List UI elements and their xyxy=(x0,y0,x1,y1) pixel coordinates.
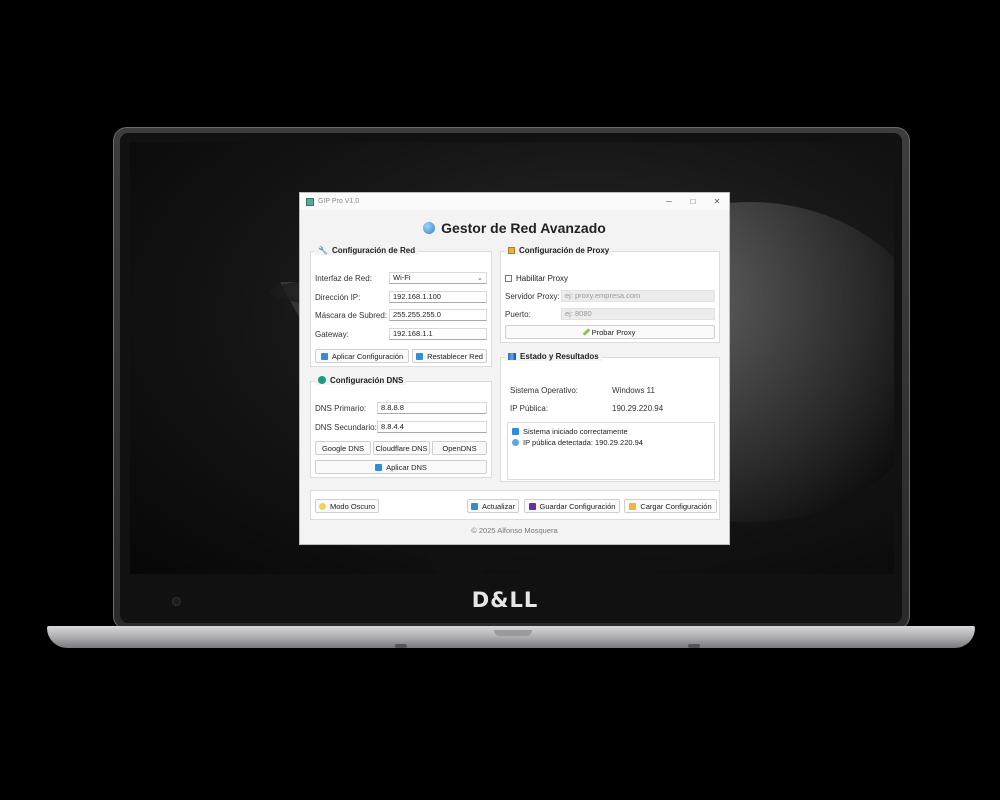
chart-icon xyxy=(508,353,516,360)
dns-panel-title: Configuración DNS xyxy=(315,376,407,385)
refresh-icon xyxy=(471,502,479,510)
dns-config-panel: Configuración DNS DNS Primario: 8.8.8.8 … xyxy=(310,376,492,478)
opendns-button[interactable]: OpenDNS xyxy=(432,441,487,455)
info-icon xyxy=(512,428,519,435)
save-config-button[interactable]: Guardar Configuración xyxy=(524,499,620,513)
globe-icon xyxy=(423,222,436,234)
load-config-button[interactable]: Cargar Configuración xyxy=(624,499,717,513)
proxy-port-input[interactable]: ej: 8080 xyxy=(561,308,715,320)
public-ip-label: IP Pública: xyxy=(510,404,549,413)
dns-primary-label: DNS Primario: xyxy=(315,404,367,413)
lock-icon xyxy=(508,247,515,254)
refresh-icon xyxy=(320,352,328,360)
laptop-mockup: D&LL GIP Pro V1.0 ─ □ ✕ Gestor de Red Av… xyxy=(0,0,1000,800)
public-ip-value: 190.29.220.94 xyxy=(612,404,664,413)
moon-icon xyxy=(318,502,326,510)
interface-label: Interfaz de Red: xyxy=(315,274,372,283)
wrench-icon: 🔧 xyxy=(318,246,328,255)
status-panel: Estado y Resultados Sistema Operativo: W… xyxy=(500,352,720,482)
refresh-button[interactable]: Actualizar xyxy=(467,499,519,513)
proxy-panel-title: Configuración de Proxy xyxy=(505,246,613,255)
pencil-icon xyxy=(582,328,590,336)
dns-icon xyxy=(318,376,326,384)
ip-input[interactable]: 192.168.1.100 xyxy=(389,291,487,303)
maximize-button[interactable]: □ xyxy=(681,197,705,206)
dns-secondary-label: DNS Secundario: xyxy=(315,423,377,432)
refresh-icon xyxy=(416,352,424,360)
cloudflare-dns-button[interactable]: Cloudflare DNS xyxy=(373,441,430,455)
test-proxy-button[interactable]: Probar Proxy xyxy=(505,325,715,339)
laptop-foot xyxy=(688,644,700,648)
save-icon xyxy=(528,502,536,510)
webcam xyxy=(172,597,181,606)
reset-network-button[interactable]: Restablecer Red xyxy=(412,349,487,363)
checkbox-box[interactable] xyxy=(505,275,512,282)
gateway-label: Gateway: xyxy=(315,330,349,339)
google-dns-button[interactable]: Google DNS xyxy=(315,441,371,455)
gateway-input[interactable]: 192.168.1.1 xyxy=(389,328,487,340)
globe-icon xyxy=(512,439,519,446)
chevron-down-icon: ⌄ xyxy=(476,273,483,282)
app-window: GIP Pro V1.0 ─ □ ✕ Gestor de Red Avanzad… xyxy=(299,192,730,545)
mask-input[interactable]: 255.255.255.0 xyxy=(389,309,487,321)
network-panel-title: 🔧 Configuración de Red xyxy=(315,246,419,255)
minimize-button[interactable]: ─ xyxy=(657,197,681,206)
refresh-icon xyxy=(375,463,383,471)
apply-dns-button[interactable]: Aplicar DNS xyxy=(315,460,487,474)
proxy-config-panel: Configuración de Proxy Habilitar Proxy S… xyxy=(500,246,720,343)
proxy-port-label: Puerto: xyxy=(505,310,531,319)
dns-secondary-input[interactable]: 8.8.4.4 xyxy=(377,421,487,433)
lid-notch xyxy=(494,630,532,636)
dark-mode-button[interactable]: Modo Oscuro xyxy=(315,499,379,513)
title-bar: GIP Pro V1.0 ─ □ ✕ xyxy=(300,193,729,210)
copyright-footer: © 2025 Alfonso Mosquera xyxy=(471,526,558,535)
bottom-toolbar: Modo Oscuro Actualizar Guardar Configura… xyxy=(310,490,720,520)
page-title: Gestor de Red Avanzado xyxy=(300,220,729,240)
os-label: Sistema Operativo: xyxy=(510,386,579,395)
enable-proxy-checkbox[interactable]: Habilitar Proxy xyxy=(505,274,568,283)
ip-label: Dirección IP: xyxy=(315,293,361,302)
proxy-server-input[interactable]: ej: proxy.empresa.com xyxy=(561,290,715,302)
brand-logo: D&LL xyxy=(471,588,539,612)
results-log[interactable]: Sistema iniciado correctamente IP públic… xyxy=(507,422,715,480)
app-icon xyxy=(306,197,314,206)
status-panel-title: Estado y Resultados xyxy=(505,352,602,361)
proxy-server-label: Servidor Proxy: xyxy=(505,292,560,301)
apply-config-button[interactable]: Aplicar Configuración xyxy=(315,349,409,363)
network-config-panel: 🔧 Configuración de Red Interfaz de Red: W… xyxy=(310,246,492,367)
folder-icon xyxy=(629,502,637,510)
interface-select[interactable]: Wi-Fi ⌄ xyxy=(389,272,487,284)
close-button[interactable]: ✕ xyxy=(705,197,729,206)
log-entry: Sistema iniciado correctamente xyxy=(512,426,710,437)
dns-primary-input[interactable]: 8.8.8.8 xyxy=(377,402,487,414)
laptop-foot xyxy=(395,644,407,648)
window-title: GIP Pro V1.0 xyxy=(318,198,360,205)
log-entry: IP pública detectada: 190.29.220.94 xyxy=(512,437,710,448)
mask-label: Máscara de Subred: xyxy=(315,311,388,320)
os-value: Windows 11 xyxy=(612,386,655,395)
